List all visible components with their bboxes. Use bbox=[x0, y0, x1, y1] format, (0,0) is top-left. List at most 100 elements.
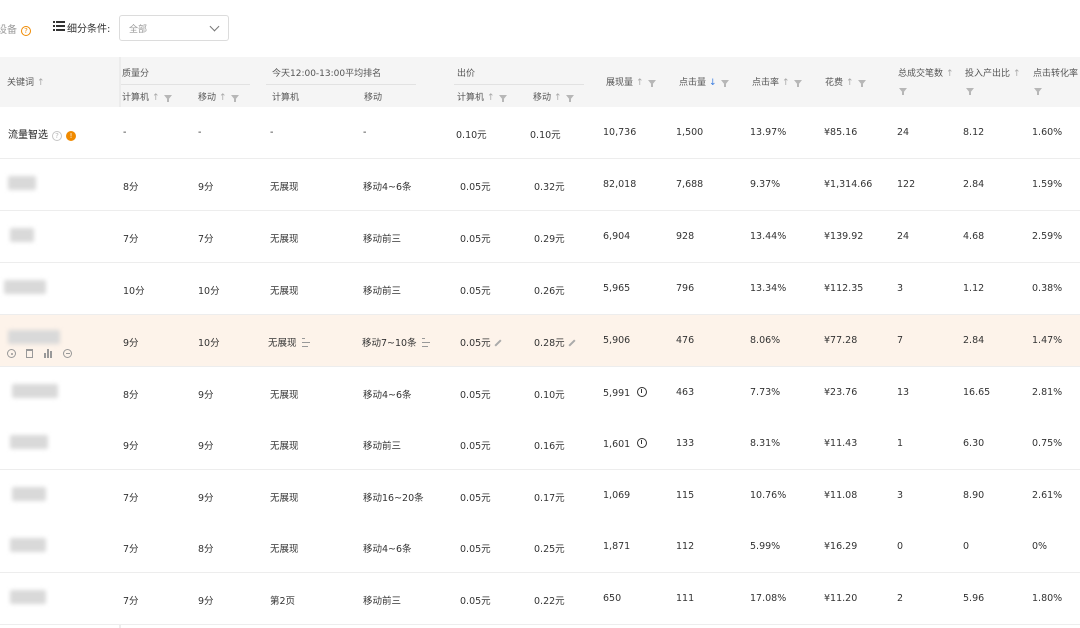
keyword-blurred[interactable] bbox=[4, 280, 46, 294]
chart-icon[interactable] bbox=[44, 349, 53, 358]
filter-icon[interactable] bbox=[647, 80, 656, 87]
bid-pc-cell[interactable]: 0.05元 bbox=[460, 490, 491, 504]
col-roi-filter[interactable] bbox=[966, 86, 974, 96]
keyword-blurred[interactable] bbox=[12, 487, 46, 501]
filter-icon[interactable] bbox=[230, 95, 239, 102]
quality-pc-cell: 7分 bbox=[123, 596, 139, 607]
col-cost[interactable]: 花费 ↑ bbox=[825, 75, 866, 88]
bid-pc-cell[interactable]: 0.05元 bbox=[460, 541, 491, 555]
keyword-blurred[interactable] bbox=[10, 435, 48, 449]
filter-icon[interactable] bbox=[565, 95, 574, 102]
info-icon[interactable]: ! bbox=[66, 131, 76, 141]
arrow-up-icon[interactable]: ↑ bbox=[782, 78, 790, 88]
question-icon[interactable]: ? bbox=[21, 26, 31, 36]
arrow-up-icon[interactable]: ↑ bbox=[487, 93, 495, 103]
col-transactions-filter[interactable] bbox=[899, 86, 907, 96]
ctr-cell: 7.73% bbox=[750, 387, 781, 398]
col-roi[interactable]: 投入产出比 ↑ bbox=[965, 66, 1021, 79]
arrow-up-icon[interactable]: ↑ bbox=[219, 93, 227, 103]
col-ctr[interactable]: 点击率 ↑ bbox=[752, 75, 802, 88]
rank-pc-cell[interactable]: 无展现 bbox=[268, 335, 311, 349]
bid-mobile-cell[interactable]: 0.10元 bbox=[534, 387, 565, 401]
alert-icon[interactable] bbox=[637, 438, 648, 448]
pencil-icon[interactable] bbox=[494, 339, 502, 347]
table-row[interactable]: 8分 9分 无展现 移动4~6条 0.05元 0.10元 5,991 463 7… bbox=[0, 367, 1080, 419]
rank-detail-icon[interactable] bbox=[421, 338, 431, 347]
header-divider bbox=[120, 84, 250, 85]
col-quality-group: 质量分 bbox=[122, 69, 150, 79]
bid-pc-cell[interactable]: 0.05元 bbox=[460, 335, 502, 349]
keyword-blurred[interactable] bbox=[10, 538, 46, 552]
col-impressions[interactable]: 展现量 ↑ bbox=[606, 75, 656, 88]
filter-icon[interactable] bbox=[793, 80, 802, 87]
bid-mobile-cell[interactable]: 0.28元 bbox=[534, 335, 576, 349]
device-filter[interactable]: 设备? bbox=[0, 21, 31, 36]
arrow-up-icon[interactable]: ↑ bbox=[636, 78, 644, 88]
conversion-cell: 0% bbox=[1032, 541, 1048, 552]
bid-mobile-cell[interactable]: 0.26元 bbox=[534, 283, 565, 297]
keyword-blurred[interactable] bbox=[12, 384, 58, 398]
arrow-up-icon[interactable]: ↑ bbox=[846, 78, 854, 88]
arrow-up-icon[interactable]: ↑ bbox=[946, 69, 954, 79]
segment-select[interactable]: 全部 bbox=[119, 15, 229, 41]
bid-mobile-cell[interactable]: 0.22元 bbox=[534, 593, 565, 607]
trash-icon[interactable] bbox=[26, 349, 33, 358]
col-bid-pc[interactable]: 计算机 ↑ bbox=[457, 90, 507, 103]
bid-pc-cell[interactable]: 0.05元 bbox=[460, 593, 491, 607]
bid-pc-cell[interactable]: 0.10元 bbox=[456, 127, 487, 141]
filter-icon[interactable] bbox=[1034, 88, 1042, 95]
keyword-blurred[interactable] bbox=[8, 330, 60, 344]
arrow-down-icon[interactable]: ↓ bbox=[709, 78, 717, 88]
table-row[interactable]: 流量智选?! - - - - 0.10元 0.10元 10,736 1,500 … bbox=[0, 107, 1080, 159]
table-row[interactable]: 8分 9分 无展现 移动4~6条 0.05元 0.32元 82,018 7,68… bbox=[0, 159, 1080, 211]
bid-mobile-cell[interactable]: 0.25元 bbox=[534, 541, 565, 555]
bid-mobile-cell[interactable]: 0.29元 bbox=[534, 231, 565, 245]
arrow-up-icon[interactable]: ↑ bbox=[37, 78, 45, 88]
filter-icon[interactable] bbox=[857, 80, 866, 87]
col-transactions[interactable]: 总成交笔数 ↑ bbox=[898, 66, 954, 79]
filter-icon[interactable] bbox=[498, 95, 507, 102]
col-bid-mobile[interactable]: 移动 ↑ bbox=[533, 90, 574, 103]
table-row[interactable]: 7分 7分 无展现 移动前三 0.05元 0.29元 6,904 928 13.… bbox=[0, 211, 1080, 263]
table-row[interactable]: 9分 9分 无展现 移动前三 0.05元 0.16元 1,601 133 8.3… bbox=[0, 418, 1080, 470]
bid-mobile-cell[interactable]: 0.17元 bbox=[534, 490, 565, 504]
bid-mobile-cell[interactable]: 0.10元 bbox=[530, 127, 561, 141]
keyword-blurred[interactable] bbox=[10, 228, 34, 242]
pencil-icon[interactable] bbox=[568, 339, 576, 347]
bid-pc-cell[interactable]: 0.05元 bbox=[460, 179, 491, 193]
col-conversion[interactable]: 点击转化率 bbox=[1033, 66, 1078, 79]
bid-pc-cell[interactable]: 0.05元 bbox=[460, 438, 491, 452]
keyword-blurred[interactable] bbox=[10, 590, 46, 604]
col-quality-mobile[interactable]: 移动 ↑ bbox=[198, 90, 239, 103]
bid-mobile-cell[interactable]: 0.32元 bbox=[534, 179, 565, 193]
table-row[interactable]: 7分 9分 第2页 移动前三 0.05元 0.22元 650 111 17.08… bbox=[0, 573, 1080, 625]
arrow-up-icon[interactable]: ↑ bbox=[1013, 69, 1021, 79]
table-row[interactable]: 10分 10分 无展现 移动前三 0.05元 0.26元 5,965 796 1… bbox=[0, 263, 1080, 315]
filter-icon[interactable] bbox=[720, 80, 729, 87]
col-keyword[interactable]: 关键词 ↑ bbox=[7, 75, 45, 88]
target-icon[interactable] bbox=[7, 349, 16, 358]
alert-icon[interactable] bbox=[637, 387, 648, 397]
col-clicks[interactable]: 点击量 ↓ bbox=[679, 75, 729, 88]
table-row-hovered[interactable]: 9分 10分 无展现 移动7~10条 0.05元 0.28元 5,906 476… bbox=[0, 315, 1080, 367]
filter-icon[interactable] bbox=[966, 88, 974, 95]
question-icon[interactable]: ? bbox=[52, 131, 62, 141]
rank-detail-icon[interactable] bbox=[301, 338, 311, 347]
col-conversion-filter[interactable] bbox=[1034, 86, 1042, 96]
keyword-cell[interactable]: 流量智选?! bbox=[8, 126, 76, 141]
bid-pc-cell[interactable]: 0.05元 bbox=[460, 283, 491, 297]
col-quality-pc[interactable]: 计算机 ↑ bbox=[122, 90, 172, 103]
table-row[interactable]: 7分 9分 无展现 移动16~20条 0.05元 0.17元 1,069 115… bbox=[0, 470, 1080, 522]
bid-mobile-cell[interactable]: 0.16元 bbox=[534, 438, 565, 452]
bid-pc-cell[interactable]: 0.05元 bbox=[460, 387, 491, 401]
arrow-up-icon[interactable]: ↑ bbox=[554, 93, 562, 103]
table-row[interactable]: 7分 8分 无展现 移动4~6条 0.05元 0.25元 1,871 112 5… bbox=[0, 521, 1080, 573]
zoom-out-icon[interactable] bbox=[63, 349, 72, 358]
arrow-up-icon[interactable]: ↑ bbox=[152, 93, 160, 103]
filter-icon[interactable] bbox=[163, 95, 172, 102]
conversion-cell: 2.81% bbox=[1032, 387, 1063, 398]
keyword-blurred[interactable] bbox=[8, 176, 36, 190]
filter-icon[interactable] bbox=[899, 88, 907, 95]
bid-pc-cell[interactable]: 0.05元 bbox=[460, 231, 491, 245]
rank-mobile-cell[interactable]: 移动7~10条 bbox=[362, 335, 431, 349]
